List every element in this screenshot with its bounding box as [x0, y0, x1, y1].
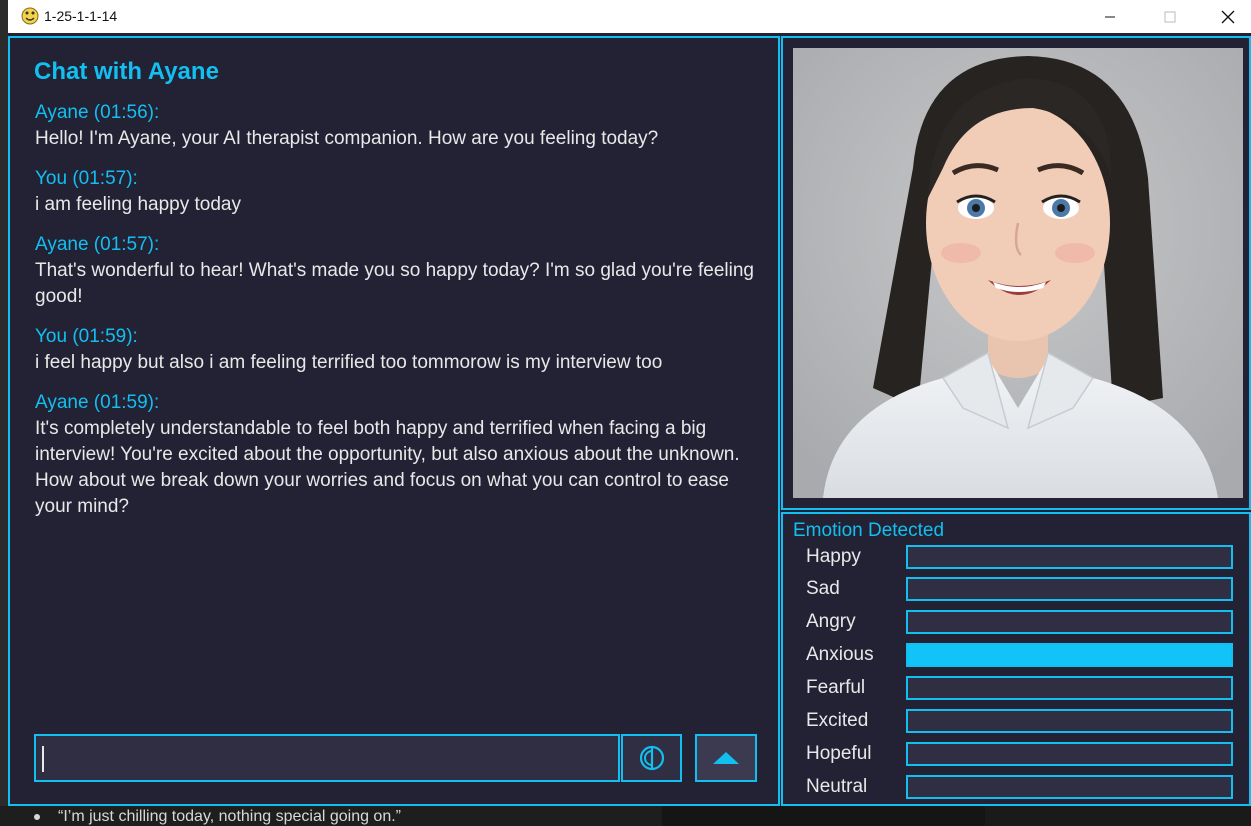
emotion-label: Anxious: [806, 644, 874, 665]
background-bullet-item: “I’m just chilling today, nothing specia…: [34, 808, 401, 826]
send-button[interactable]: [695, 734, 757, 782]
message-speaker: You (01:57):: [35, 168, 138, 189]
emotion-label: Angry: [806, 611, 856, 632]
emotion-bar: [906, 676, 1233, 700]
python-app-icon: [21, 7, 39, 25]
chat-message: Ayane (01:57): That's wonderful to hear!…: [35, 232, 765, 310]
emotion-label: Neutral: [806, 776, 868, 797]
message-text: Hello! I'm Ayane, your AI therapist comp…: [35, 128, 659, 149]
minimize-icon: [1105, 16, 1115, 17]
emotion-bar: [906, 577, 1233, 601]
chat-title: Chat with Ayane: [34, 58, 219, 85]
emotion-row-fearful: Fearful: [783, 675, 1249, 701]
bullet-icon: [34, 813, 40, 820]
message-speaker: Ayane (01:57):: [35, 234, 160, 255]
emotion-bar: [906, 643, 1233, 667]
text-caret: [42, 746, 44, 772]
emotion-bar: [906, 545, 1233, 569]
chat-panel: Chat with Ayane Ayane (01:56): Hello! I'…: [8, 36, 780, 806]
emotion-label: Fearful: [806, 677, 866, 698]
maximize-button[interactable]: [1147, 0, 1193, 33]
emotion-row-sad: Sad: [783, 576, 1249, 602]
close-button[interactable]: [1205, 0, 1251, 33]
emotion-label: Sad: [806, 578, 840, 599]
emotion-label: Hopeful: [806, 743, 872, 764]
window-title: 1-25-1-1-14: [44, 8, 118, 24]
maximize-icon: [1164, 11, 1176, 22]
chat-message: You (01:59): i feel happy but also i am …: [35, 324, 765, 376]
message-text: That's wonderful to hear! What's made yo…: [35, 260, 754, 307]
avatar-panel: [781, 36, 1251, 510]
emotion-bar: [906, 610, 1233, 634]
message-speaker: You (01:59):: [35, 326, 138, 347]
chat-message: Ayane (01:56): Hello! I'm Ayane, your AI…: [35, 100, 765, 152]
emotion-bar: [906, 742, 1233, 766]
message-speaker: Ayane (01:56):: [35, 102, 160, 123]
emotion-row-anxious: Anxious: [783, 642, 1249, 668]
mic-toggle-icon: [639, 745, 664, 771]
emotion-label: Happy: [806, 546, 861, 567]
title-bar[interactable]: 1-25-1-1-14: [8, 0, 1251, 33]
message-text: i feel happy but also i am feeling terri…: [35, 352, 663, 373]
message-input[interactable]: [34, 734, 620, 782]
emotion-row-hopeful: Hopeful: [783, 741, 1249, 767]
chat-message: You (01:57): i am feeling happy today: [35, 166, 765, 218]
ayane-avatar-image: [793, 48, 1243, 498]
up-arrow-icon: [713, 752, 739, 764]
emotion-heading: Emotion Detected: [793, 520, 945, 541]
mic-button[interactable]: [621, 734, 682, 782]
minimize-button[interactable]: [1087, 0, 1133, 33]
desktop-background: [0, 0, 8, 826]
emotion-row-angry: Angry: [783, 609, 1249, 635]
message-speaker: Ayane (01:59):: [35, 392, 160, 413]
close-icon: [1221, 10, 1235, 23]
emotion-bar: [906, 709, 1233, 733]
emotion-row-happy: Happy: [783, 544, 1249, 570]
chat-message: Ayane (01:59): It's completely understan…: [35, 390, 765, 520]
emotion-row-neutral: Neutral: [783, 774, 1249, 800]
message-list: Ayane (01:56): Hello! I'm Ayane, your AI…: [35, 100, 765, 534]
emotion-label: Excited: [806, 710, 869, 731]
emotion-panel: Emotion Detected Happy Sad Angry Anxious…: [781, 512, 1251, 806]
emotion-bar-fill: [908, 645, 1231, 665]
message-text: It's completely understandable to feel b…: [35, 418, 740, 517]
background-window-far-right: [985, 806, 1251, 826]
emotion-row-excited: Excited: [783, 708, 1249, 734]
background-bullet-text: “I’m just chilling today, nothing specia…: [58, 808, 401, 825]
message-text: i am feeling happy today: [35, 194, 241, 215]
app-window: 1-25-1-1-14 Chat with Ayane Ayane (01:56…: [8, 0, 1251, 806]
emotion-bar: [906, 775, 1233, 799]
